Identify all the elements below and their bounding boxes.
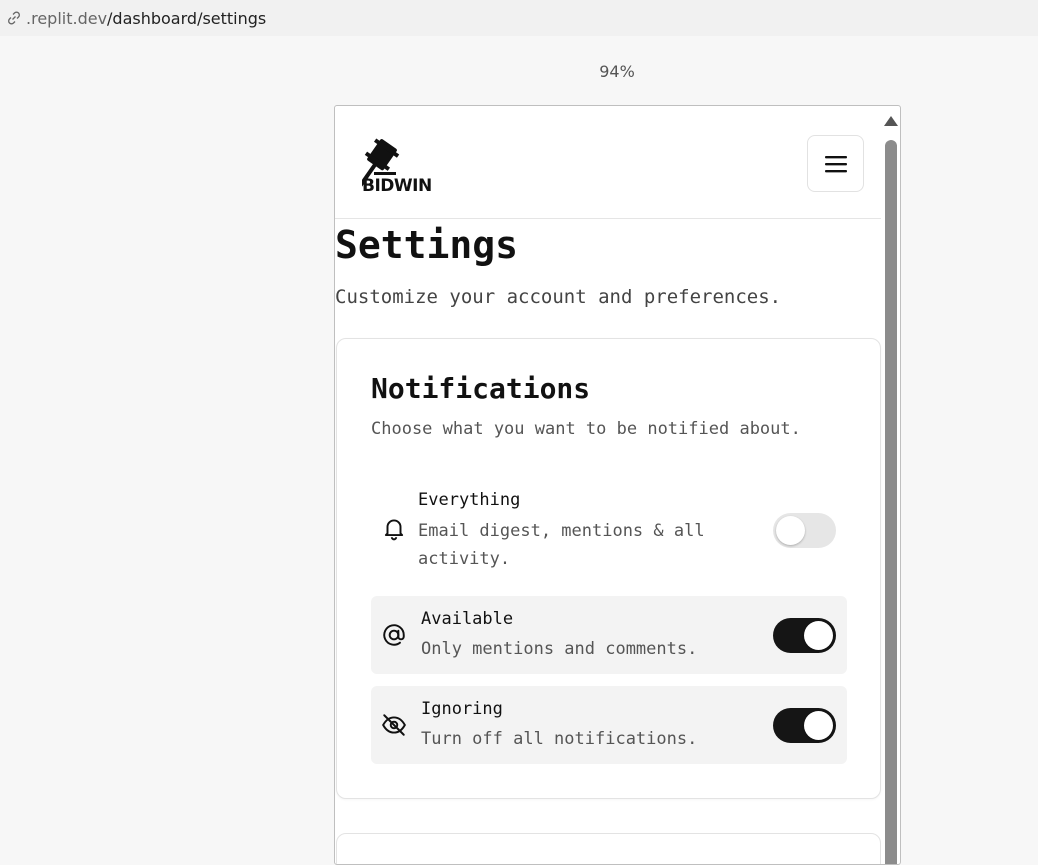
brand-logo-text: BIDWIN (362, 176, 432, 196)
option-label: Everything (418, 490, 521, 510)
vertical-scrollbar[interactable] (884, 116, 898, 864)
url-path: /dashboard/settings (107, 8, 267, 28)
next-settings-card (336, 833, 881, 864)
page-title: Settings (335, 223, 519, 267)
link-icon (6, 10, 22, 26)
everything-toggle[interactable] (773, 513, 836, 548)
card-title: Notifications (371, 372, 591, 405)
url-domain: .replit.dev (26, 8, 108, 28)
notifications-card: Notifications Choose what you want to be… (336, 338, 881, 799)
option-description: Turn off all notifications. (421, 729, 698, 749)
top-navbar: BIDWIN (335, 106, 881, 219)
card-description: Choose what you want to be notified abou… (371, 419, 801, 439)
at-sign-icon (383, 624, 405, 646)
notification-option-available[interactable]: Available Only mentions and comments. (371, 596, 847, 674)
page-subtitle: Customize your account and preferences. (335, 286, 782, 308)
eye-off-icon (382, 714, 406, 736)
address-bar[interactable]: .replit.dev/dashboard/settings (0, 0, 1038, 36)
app-viewport: BIDWIN Settings Customize your account a… (335, 106, 881, 864)
notification-option-ignoring[interactable]: Ignoring Turn off all notifications. (371, 686, 847, 764)
option-label: Ignoring (421, 699, 503, 719)
toggle-knob (804, 711, 833, 740)
option-description: Only mentions and comments. (421, 639, 698, 659)
notification-option-everything[interactable]: Everything Email digest, mentions & all … (371, 481, 847, 577)
option-description: Email digest, mentions & all activity. (418, 521, 705, 569)
available-toggle[interactable] (773, 618, 836, 653)
menu-button[interactable] (807, 135, 864, 192)
scroll-thumb[interactable] (885, 140, 897, 864)
toggle-knob (804, 621, 833, 650)
zoom-level: 94% (599, 62, 635, 81)
hamburger-icon (824, 155, 847, 172)
ignoring-toggle[interactable] (773, 708, 836, 743)
option-label: Available (421, 609, 514, 629)
toggle-knob (776, 516, 805, 545)
scroll-up-arrow-icon[interactable] (884, 116, 898, 126)
mobile-preview-frame: BIDWIN Settings Customize your account a… (334, 105, 901, 865)
bell-icon (384, 519, 404, 541)
